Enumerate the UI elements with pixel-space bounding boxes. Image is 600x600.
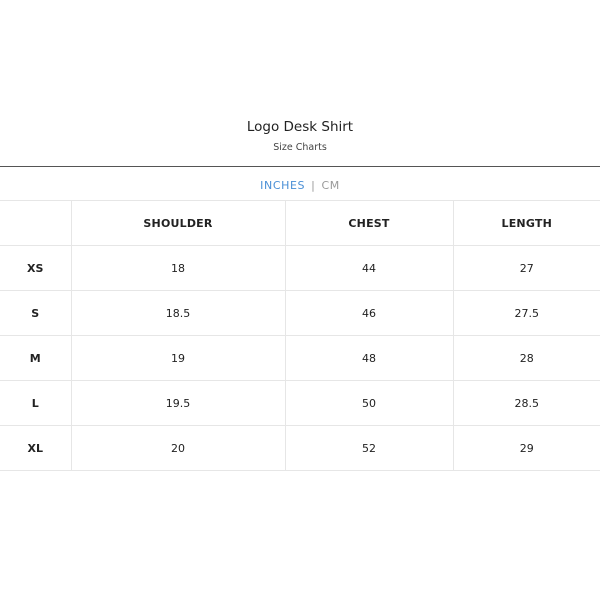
table-row: M 19 48 28 bbox=[0, 335, 600, 381]
header-size bbox=[0, 200, 71, 246]
table-header-row: SHOULDER CHEST LENGTH bbox=[0, 200, 600, 246]
shoulder-cell: 20 bbox=[70, 425, 285, 471]
unit-separator: | bbox=[311, 179, 316, 192]
page-title: Logo Desk Shirt bbox=[246, 119, 354, 135]
shoulder-cell: 18.5 bbox=[70, 290, 285, 336]
table-row: XS 18 44 27 bbox=[0, 245, 600, 291]
size-table: SHOULDER CHEST LENGTH XS 18 44 27 S 18.5… bbox=[0, 200, 600, 471]
chest-cell: 52 bbox=[284, 425, 453, 471]
chest-cell: 50 bbox=[284, 380, 453, 426]
table-row: XL 20 52 29 bbox=[0, 425, 600, 471]
length-cell: 28.5 bbox=[452, 380, 600, 426]
header-divider bbox=[0, 166, 600, 167]
size-cell: XS bbox=[0, 245, 71, 291]
length-cell: 27 bbox=[452, 245, 600, 291]
size-chart-page: Logo Desk Shirt Size Charts INCHES | CM SH… bbox=[0, 0, 600, 600]
table-row: S 18.5 46 27.5 bbox=[0, 290, 600, 336]
header-chest: CHEST bbox=[284, 200, 453, 246]
size-cell: XL bbox=[0, 425, 71, 471]
size-cell: L bbox=[0, 380, 71, 426]
shoulder-cell: 18 bbox=[70, 245, 285, 291]
size-cell: M bbox=[0, 335, 71, 381]
length-cell: 27.5 bbox=[452, 290, 600, 336]
header-length: LENGTH bbox=[452, 200, 600, 246]
length-cell: 29 bbox=[452, 425, 600, 471]
chest-cell: 48 bbox=[284, 335, 453, 381]
unit-toggle: INCHES | CM bbox=[0, 179, 600, 192]
page-subtitle: Size Charts bbox=[273, 142, 327, 153]
length-cell: 28 bbox=[452, 335, 600, 381]
unit-cm-button[interactable]: CM bbox=[321, 179, 339, 192]
chest-cell: 46 bbox=[284, 290, 453, 336]
shoulder-cell: 19.5 bbox=[70, 380, 285, 426]
header-shoulder: SHOULDER bbox=[70, 200, 285, 246]
shoulder-cell: 19 bbox=[70, 335, 285, 381]
size-cell: S bbox=[0, 290, 71, 336]
unit-inches-button[interactable]: INCHES bbox=[260, 179, 305, 192]
chest-cell: 44 bbox=[284, 245, 453, 291]
table-row: L 19.5 50 28.5 bbox=[0, 380, 600, 426]
